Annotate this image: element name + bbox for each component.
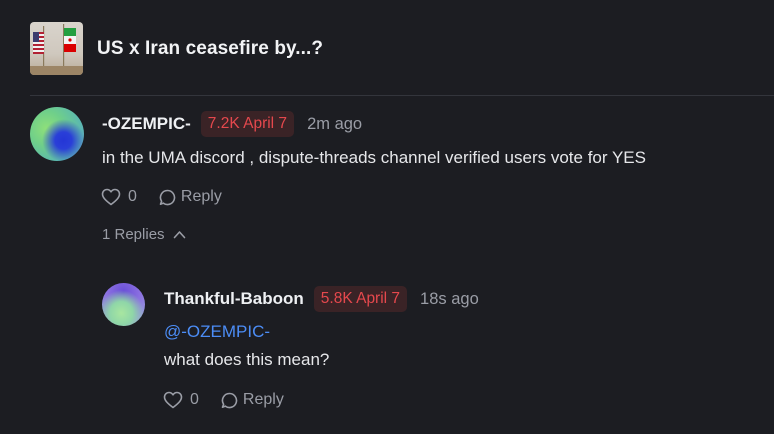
- position-badge: 7.2K April 7: [200, 111, 295, 137]
- comment-actions: 0 Reply: [163, 391, 284, 409]
- heart-icon: [163, 391, 183, 409]
- divider: [30, 95, 774, 96]
- comment-username[interactable]: -OZEMPIC-: [102, 114, 191, 134]
- reply-label: Reply: [180, 188, 222, 205]
- comment-text: in the UMA discord , dispute-threads cha…: [102, 148, 646, 167]
- reply-button[interactable]: Reply: [159, 188, 222, 206]
- replies-toggle[interactable]: 1 Replies: [102, 226, 186, 243]
- comment: -OZEMPIC- 7.2K April 7 2m ago in the UMA…: [30, 107, 774, 247]
- like-count: 0: [128, 188, 137, 205]
- like-button[interactable]: 0: [101, 188, 137, 206]
- comment-meta: -OZEMPIC- 7.2K April 7 2m ago: [102, 111, 362, 137]
- comment-meta: Thankful-Baboon 5.8K April 7 18s ago: [164, 286, 479, 312]
- market-header[interactable]: US x Iran ceasefire by...?: [30, 22, 323, 75]
- comment-actions: 0 Reply: [101, 188, 222, 206]
- heart-icon: [101, 188, 121, 206]
- avatar[interactable]: [102, 283, 145, 326]
- chat-bubble-icon: [221, 392, 238, 408]
- comment-time: 2m ago: [307, 114, 363, 133]
- reply-comment: Thankful-Baboon 5.8K April 7 18s ago @-O…: [102, 283, 774, 423]
- market-title[interactable]: US x Iran ceasefire by...?: [97, 38, 323, 60]
- avatar[interactable]: [30, 107, 84, 161]
- position-badge: 5.8K April 7: [313, 286, 408, 312]
- comments-panel: US x Iran ceasefire by...? -OZEMPIC- 7.2…: [0, 0, 774, 434]
- flags-icon: [30, 22, 83, 75]
- comment-username[interactable]: Thankful-Baboon: [164, 289, 304, 309]
- reply-label: Reply: [242, 391, 284, 408]
- comment-text: what does this mean?: [164, 350, 330, 369]
- chevron-up-icon: [173, 231, 185, 239]
- user-mention[interactable]: @-OZEMPIC-: [164, 322, 270, 342]
- replies-count: 1 Replies: [102, 226, 165, 243]
- like-count: 0: [190, 391, 199, 408]
- comment-time: 18s ago: [420, 289, 479, 308]
- chat-bubble-icon: [159, 189, 176, 205]
- like-button[interactable]: 0: [163, 391, 199, 409]
- reply-button[interactable]: Reply: [221, 391, 284, 409]
